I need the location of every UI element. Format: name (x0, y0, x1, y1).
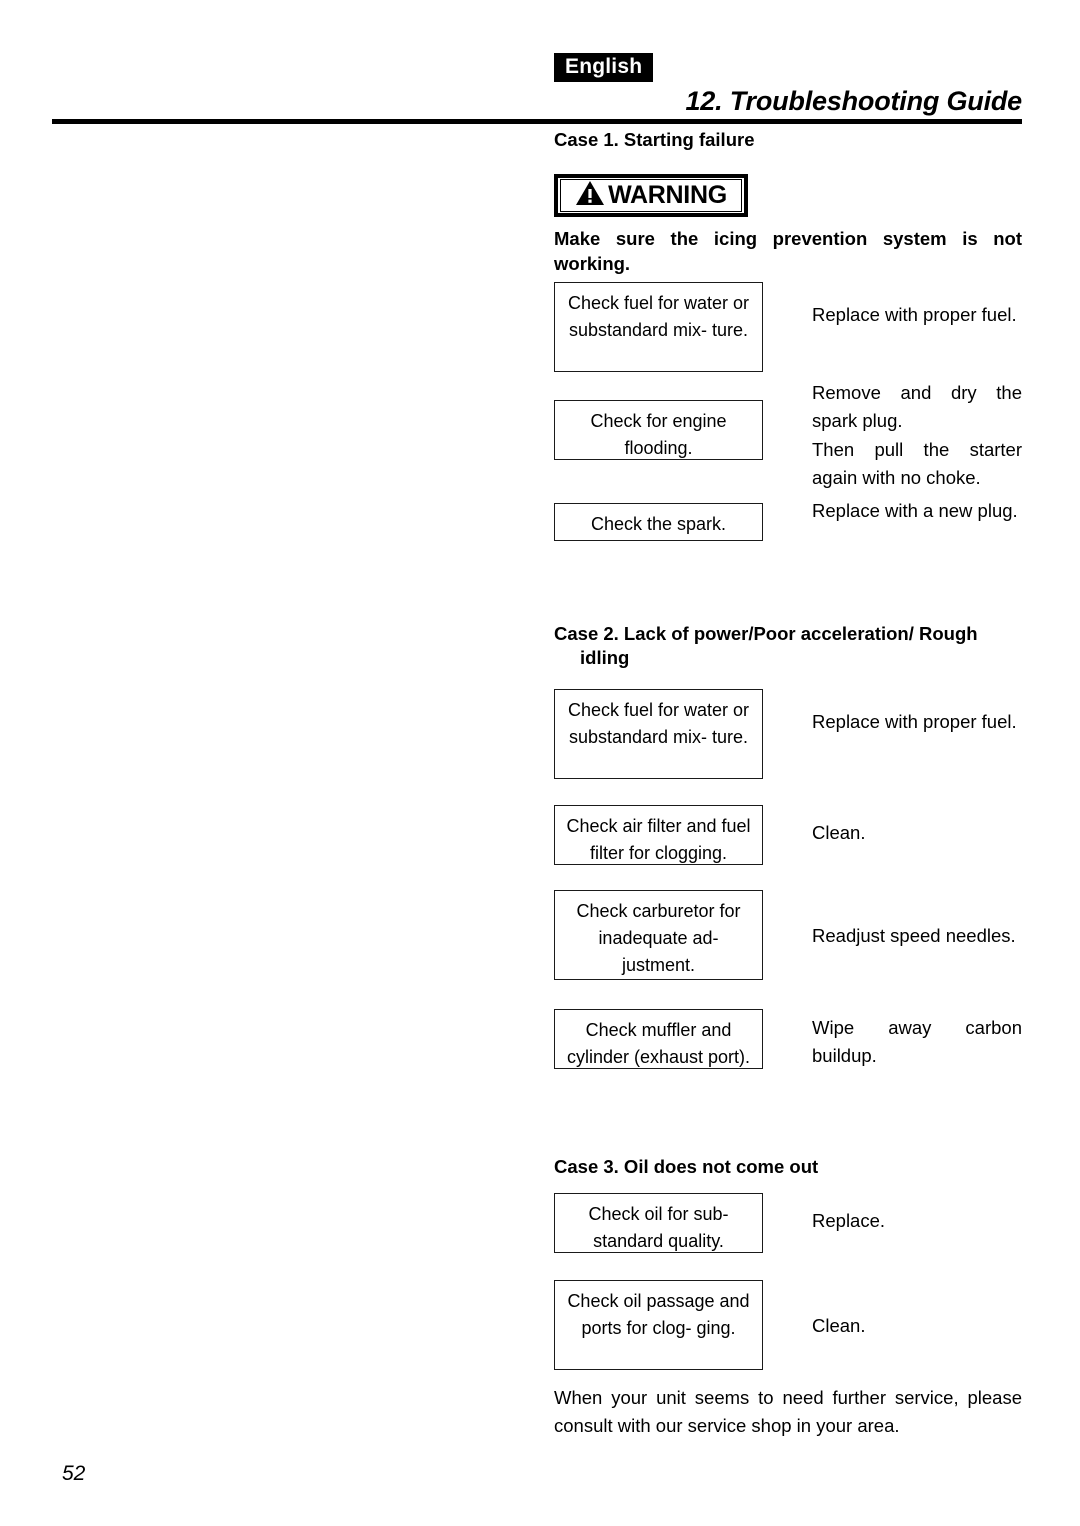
action-text: Replace. (812, 1210, 886, 1231)
warning-badge-inner: WARNING (560, 179, 742, 212)
action-text: Replace with proper fuel. (812, 711, 1017, 732)
action-text: Replace with proper fuel. (812, 304, 1017, 325)
check-step-box: Check carburetor for inadequate ad- just… (554, 890, 763, 980)
closing-note: When your unit seems to need further ser… (554, 1387, 1022, 1437)
check-step-box: Check oil passage and ports for clog- gi… (554, 1280, 763, 1370)
case-heading-3: Case 3. Oil does not come out (554, 1156, 819, 1177)
page-title: 12. Troubleshooting Guide (685, 86, 1022, 116)
action-text-secondary: Then pull the starter again with no chok… (812, 439, 1022, 489)
check-step-box: Check oil for sub- standard quality. (554, 1193, 763, 1253)
check-step-box: Check for engine flooding. (554, 400, 763, 460)
action-text: Readjust speed needles. (812, 925, 1016, 946)
title-divider (52, 119, 1022, 124)
check-step-box: Check the spark. (554, 503, 763, 541)
action-text: Clean. (812, 1315, 866, 1336)
action-text: Remove and dry the spark plug. (812, 382, 1022, 432)
warning-triangle-icon (575, 180, 605, 211)
action-text: Clean. (812, 822, 866, 843)
page-number: 52 (62, 1462, 86, 1485)
case-heading-2: Case 2. Lack of power/Poor acceleration/… (554, 623, 978, 669)
case-heading-1: Case 1. Starting failure (554, 129, 755, 150)
document-page: English 12. Troubleshooting Guide Case 1… (0, 0, 1080, 1526)
check-step-box: Check air filter and fuel filter for clo… (554, 805, 763, 865)
check-step-box: Check fuel for water or substandard mix-… (554, 689, 763, 779)
language-tag: English (554, 53, 654, 82)
warning-label: WARNING (608, 181, 727, 209)
check-step-box: Check muffler and cylinder (exhaust port… (554, 1009, 763, 1069)
warning-badge: WARNING (554, 174, 748, 217)
check-step-box: Check fuel for water or substandard mix-… (554, 282, 763, 372)
warning-text: Make sure the icing prevention system is… (554, 228, 1022, 274)
action-text: Wipe away carbon buildup. (812, 1017, 1022, 1067)
action-text: Replace with a new plug. (812, 500, 1018, 521)
